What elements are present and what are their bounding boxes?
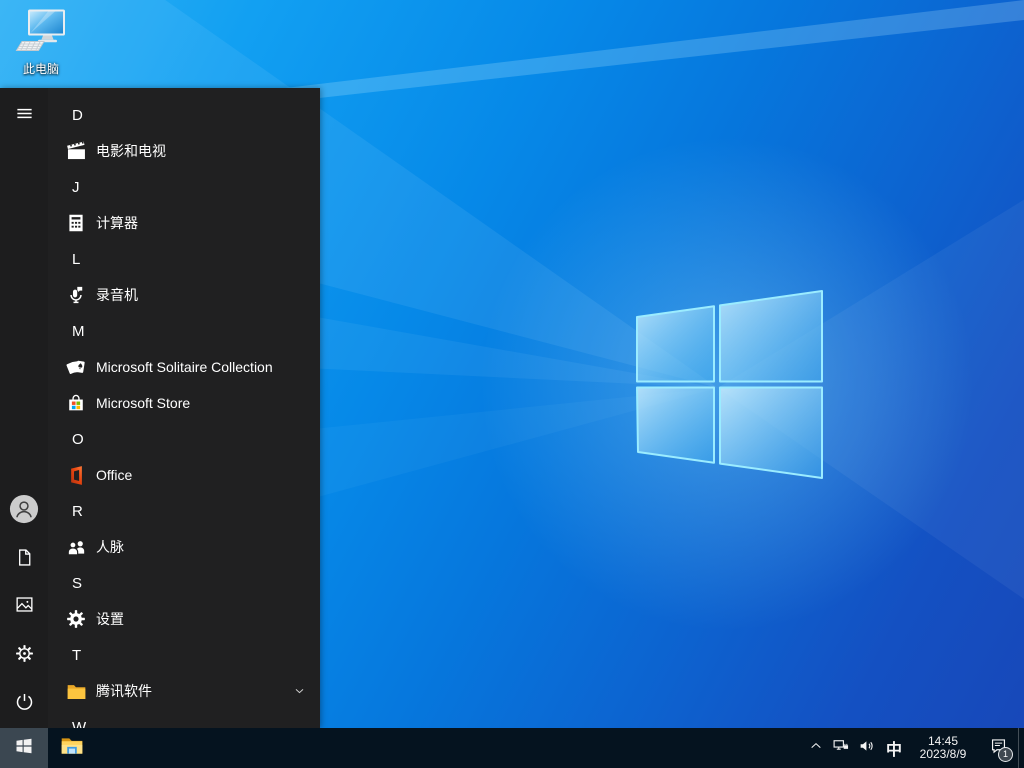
section-letter: R [72, 502, 83, 520]
app-label: Office [96, 467, 133, 483]
section-letter: J [72, 178, 80, 196]
app-section-S[interactable]: S [48, 565, 320, 601]
show-desktop-button[interactable] [1018, 728, 1024, 768]
app-item[interactable]: Microsoft Solitaire Collection [48, 349, 320, 385]
desktop-icon-this-pc[interactable]: 此电脑 [10, 8, 72, 77]
tray-overflow-button[interactable] [804, 728, 828, 768]
app-item[interactable]: 计算器 [48, 205, 320, 241]
app-section-T[interactable]: T [48, 637, 320, 673]
power-icon [14, 691, 35, 717]
chevron-down-icon [293, 685, 306, 698]
rail-button-documents[interactable] [0, 536, 48, 584]
gear-outline-icon [14, 643, 35, 669]
solitaire-icon [64, 355, 88, 379]
app-section-R[interactable]: R [48, 493, 320, 529]
volume-icon [858, 737, 876, 760]
start-menu: D 电影和电视 J 计算器 L 录音机 M Microsoft Solitaire Colle… [0, 88, 320, 728]
desktop-icon-label: 此电脑 [22, 62, 59, 76]
app-section-J[interactable]: J [48, 169, 320, 205]
app-label: 录音机 [96, 287, 138, 303]
section-letter: T [72, 646, 82, 664]
desktop: 此电脑 D 电影和电视 J 计算器 L 录音机 M Microsoft Solitaire C… [0, 0, 1024, 768]
settings-gear-icon [64, 607, 88, 631]
app-item[interactable]: 设置 [48, 601, 320, 637]
section-letter: O [72, 430, 84, 448]
file-explorer-icon [59, 733, 85, 764]
taskbar-file-explorer-button[interactable] [48, 728, 96, 768]
this-pc-icon [15, 9, 67, 58]
hamburger-icon [15, 104, 34, 128]
system-tray: 中 14:45 2023/8/9 1 [804, 728, 1024, 768]
app-section-W[interactable]: W [48, 709, 320, 729]
app-section-M[interactable]: M [48, 313, 320, 349]
app-item[interactable]: 人脉 [48, 529, 320, 565]
start-button[interactable] [0, 728, 48, 768]
app-item[interactable]: Microsoft Store [48, 385, 320, 421]
app-label: 设置 [96, 611, 124, 627]
user-avatar-icon [9, 494, 39, 529]
pictures-icon [14, 594, 35, 620]
rail-button-pictures[interactable] [0, 583, 48, 631]
action-center-button[interactable]: 1 [978, 728, 1018, 768]
calculator-icon [64, 211, 88, 235]
app-label: 腾讯软件 [96, 683, 152, 699]
folder-icon [64, 679, 88, 703]
hamburger-menu-button[interactable] [0, 92, 48, 140]
store-icon [64, 391, 88, 415]
office-icon [64, 463, 88, 487]
app-label: Microsoft Store [96, 395, 191, 411]
app-label: 计算器 [96, 215, 138, 231]
start-app-list: D 电影和电视 J 计算器 L 录音机 M Microsoft Solitaire Colle… [48, 88, 320, 728]
people-icon [64, 535, 88, 559]
app-item[interactable]: 录音机 [48, 277, 320, 313]
section-letter: W [72, 718, 87, 729]
voice-recorder-icon [64, 283, 88, 307]
chevron-up-icon [808, 738, 824, 759]
movies-tv-icon [64, 139, 88, 163]
app-label: 电影和电视 [96, 143, 166, 159]
app-item[interactable]: Office [48, 457, 320, 493]
network-tray-button[interactable] [828, 728, 854, 768]
app-label: 人脉 [96, 539, 124, 555]
rail-button-settings[interactable] [0, 632, 48, 680]
windows-logo-wallpaper [636, 290, 823, 479]
volume-tray-button[interactable] [854, 728, 880, 768]
app-item[interactable]: 电影和电视 [48, 133, 320, 169]
section-letter: S [72, 574, 83, 592]
ime-indicator[interactable]: 中 [880, 728, 908, 768]
ime-label: 中 [885, 742, 902, 759]
app-label: Microsoft Solitaire Collection [96, 359, 273, 375]
windows-start-icon [14, 736, 34, 761]
app-section-L[interactable]: L [48, 241, 320, 277]
app-item[interactable]: 腾讯软件 [48, 673, 320, 709]
taskbar-clock[interactable]: 14:45 2023/8/9 [908, 728, 978, 768]
rail-button-power[interactable] [0, 680, 48, 728]
taskbar: 中 14:45 2023/8/9 1 [0, 728, 1024, 768]
network-icon [832, 737, 850, 760]
section-letter: D [72, 106, 83, 124]
clock-date: 2023/8/9 [919, 747, 967, 761]
app-section-O[interactable]: O [48, 421, 320, 457]
document-icon [14, 547, 35, 573]
start-menu-rail [0, 88, 48, 728]
section-letter: M [72, 322, 85, 340]
app-section-D[interactable]: D [48, 97, 320, 133]
notification-badge: 1 [998, 747, 1013, 762]
rail-button-user-account[interactable] [0, 487, 48, 535]
section-letter: L [72, 250, 81, 268]
